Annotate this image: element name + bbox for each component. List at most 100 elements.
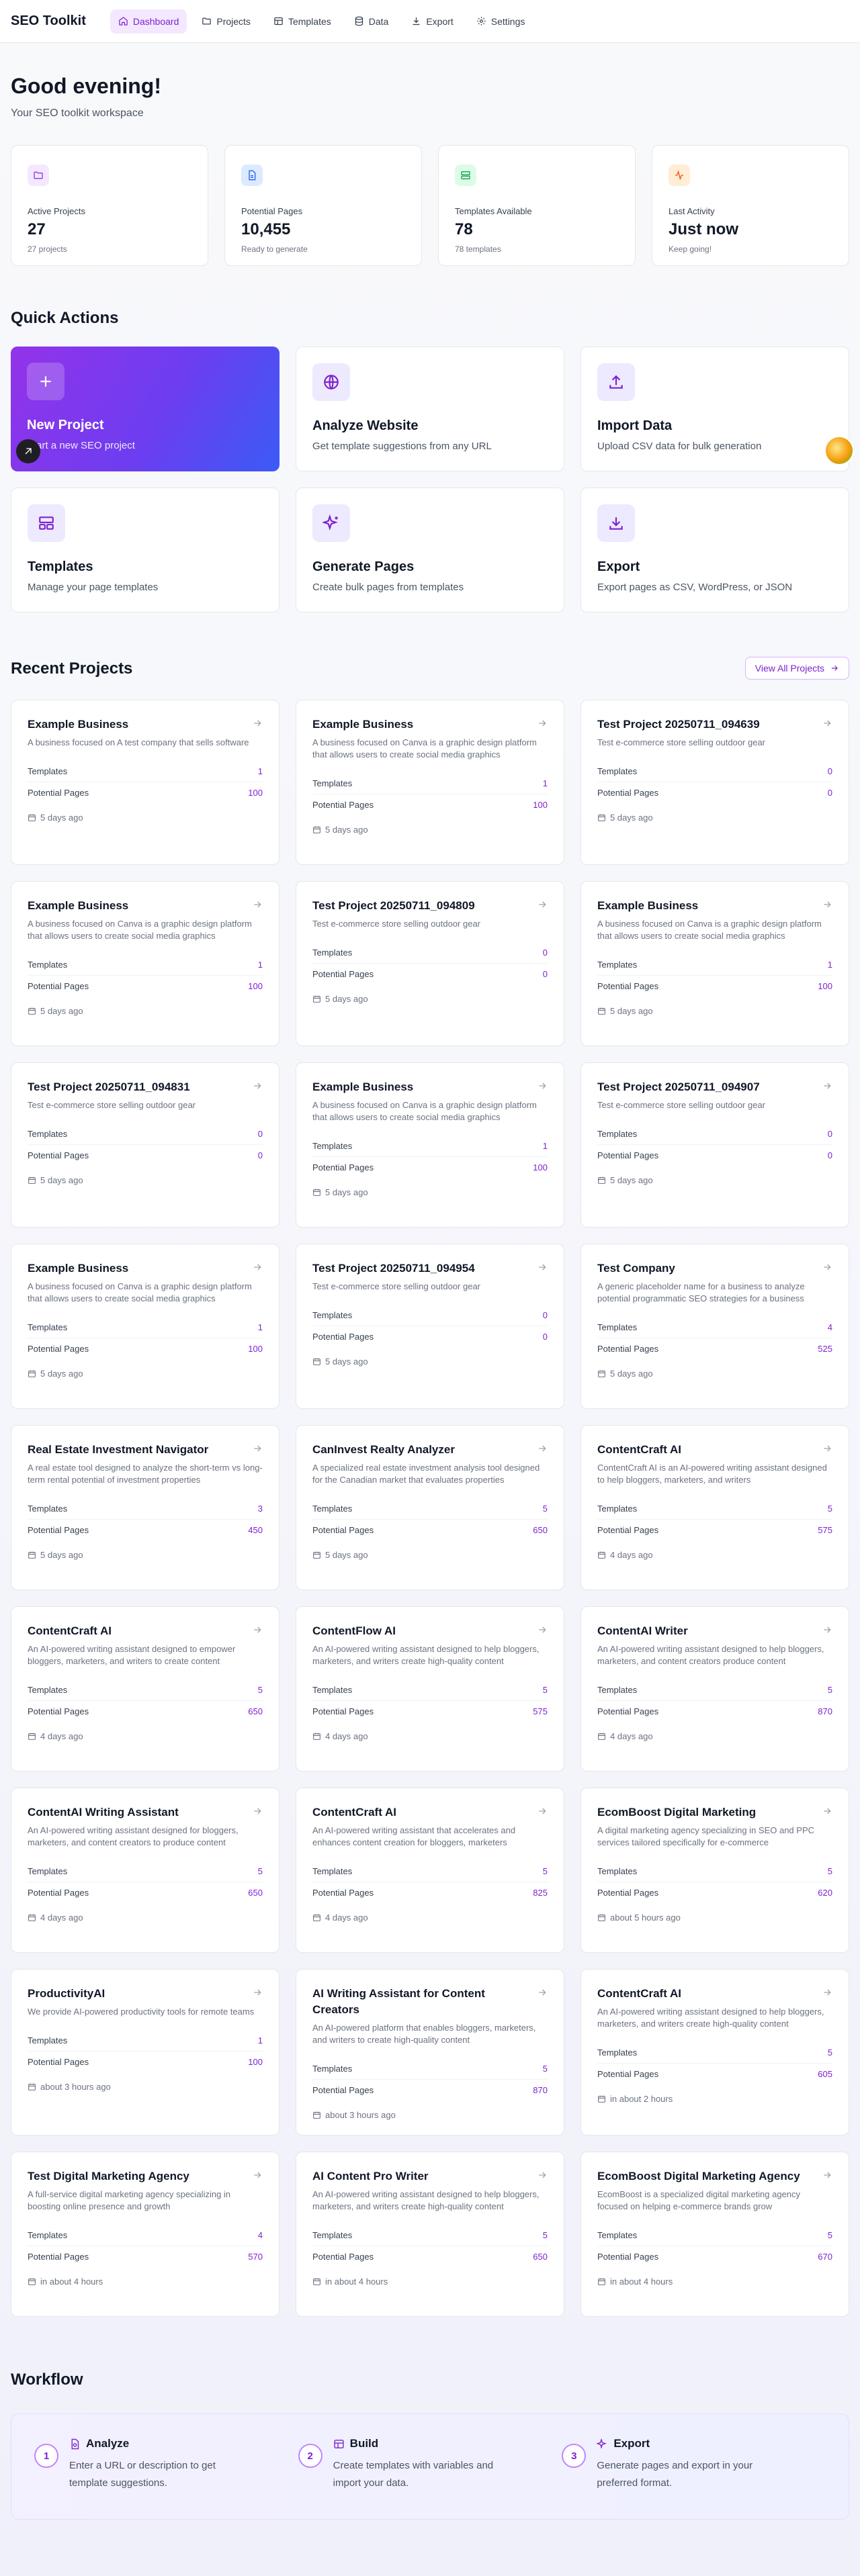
templates-count: 5 — [827, 1504, 832, 1514]
arrow-right-icon[interactable] — [537, 898, 548, 913]
brand-logo[interactable]: SEO Toolkit — [11, 13, 86, 29]
project-description: Test e-commerce store selling outdoor ge… — [597, 737, 766, 747]
project-card[interactable]: ContentCraft AI An AI-powered writing ass… — [580, 1969, 849, 2135]
project-card[interactable]: ContentCraft AI An AI-powered writing ass… — [296, 1788, 564, 1953]
arrow-right-icon[interactable] — [537, 1442, 548, 1457]
nav-templates[interactable]: Templates — [265, 9, 339, 34]
nav-data[interactable]: Data — [346, 9, 397, 34]
project-card-header: ProductivityAI — [28, 1986, 263, 2002]
project-name: EcomBoost Digital Marketing — [597, 1806, 757, 1819]
project-updated: 5 days ago — [28, 1175, 263, 1185]
project-card[interactable]: ContentCraft AI ContentCraft AI is an AI-… — [580, 1425, 849, 1590]
pages-count: 650 — [533, 2252, 548, 2262]
analyze-website-button[interactable]: Analyze Website Get template suggestions… — [296, 347, 564, 471]
pages-count: 620 — [818, 1888, 832, 1898]
project-card[interactable]: Test Project 20250711_094907 Test e-comme… — [580, 1062, 849, 1228]
generate-pages-button[interactable]: Generate Pages Create bulk pages from te… — [296, 488, 564, 612]
calendar-icon — [598, 2278, 605, 2285]
project-card[interactable]: Example Business A business focused on A … — [11, 700, 280, 865]
project-card[interactable]: Test Project 20250711_094831 Test e-comme… — [11, 1062, 280, 1228]
arrow-right-icon[interactable] — [822, 1260, 832, 1276]
nav-settings[interactable]: Settings — [468, 9, 533, 34]
project-card[interactable]: Example Business A business focused on Ca… — [580, 881, 849, 1046]
project-card[interactable]: EcomBoost Digital Marketing Agency EcomBo… — [580, 2152, 849, 2317]
arrow-right-icon[interactable] — [252, 1079, 263, 1095]
arrow-right-icon[interactable] — [537, 1623, 548, 1639]
arrow-right-icon[interactable] — [252, 1804, 263, 1820]
arrow-right-icon[interactable] — [822, 1442, 832, 1457]
calendar-icon — [28, 1007, 36, 1015]
project-card[interactable]: CanInvest Realty Analyzer A specialized r… — [296, 1425, 564, 1590]
workflow-step-export: 3 Export Generate pages and export in yo… — [562, 2437, 826, 2496]
import-data-button[interactable]: Import Data Upload CSV data for bulk gen… — [580, 347, 854, 471]
arrow-right-icon[interactable] — [537, 1260, 548, 1276]
top-navigation-bar: SEO Toolkit Dashboard Projects Templates… — [0, 0, 860, 43]
project-card[interactable]: Example Business A business focused on Ca… — [11, 881, 280, 1046]
arrow-right-icon[interactable] — [537, 717, 548, 732]
project-card[interactable]: Test Project 20250711_094639 Test e-comme… — [580, 700, 849, 865]
pages-count: 650 — [533, 1525, 548, 1535]
project-card[interactable]: AI Content Pro Writer An AI-powered writi… — [296, 2152, 564, 2317]
recent-projects-title: Recent Projects — [11, 659, 133, 678]
step-title: Export — [597, 2437, 765, 2450]
arrow-right-icon[interactable] — [252, 717, 263, 732]
new-project-button[interactable]: New Project Start a new SEO project — [11, 347, 280, 471]
project-card[interactable]: Real Estate Investment Navigator A real e… — [11, 1425, 280, 1590]
project-card[interactable]: ContentFlow AI An AI-powered writing assi… — [296, 1606, 564, 1772]
project-card[interactable]: Example Business A business focused on Ca… — [296, 1062, 564, 1228]
templates-label: Templates — [597, 1504, 638, 1514]
nav-export[interactable]: Export — [403, 9, 461, 34]
export-button[interactable]: Export Export pages as CSV, WordPress, o… — [580, 488, 849, 612]
calendar-icon — [28, 1370, 36, 1377]
arrow-right-icon[interactable] — [822, 1986, 832, 2001]
nav-dashboard[interactable]: Dashboard — [110, 9, 187, 34]
project-card[interactable]: Test Digital Marketing Agency A full-serv… — [11, 2152, 280, 2317]
templates-label: Templates — [312, 1504, 353, 1514]
pages-label: Potential Pages — [28, 1888, 89, 1898]
project-card[interactable]: AI Writing Assistant for Content Creator… — [296, 1969, 564, 2135]
project-card-header: ContentCraft AI — [312, 1804, 548, 1821]
arrow-right-icon[interactable] — [252, 2168, 263, 2184]
project-updated: in about 2 hours — [597, 2094, 832, 2104]
arrow-right-icon[interactable] — [537, 1986, 548, 2001]
user-avatar-bubble[interactable] — [824, 436, 854, 465]
arrow-right-icon[interactable] — [822, 1804, 832, 1820]
project-card[interactable]: ProductivityAI We provide AI-powered prod… — [11, 1969, 280, 2135]
project-card[interactable]: Test Company A generic placeholder name f… — [580, 1244, 849, 1409]
updated-text: about 3 hours ago — [325, 2110, 396, 2120]
arrow-right-icon[interactable] — [822, 898, 832, 913]
arrow-right-icon[interactable] — [252, 898, 263, 913]
project-card[interactable]: Example Business A business focused on Ca… — [11, 1244, 280, 1409]
project-card[interactable]: ContentAI Writer An AI-powered writing as… — [580, 1606, 849, 1772]
updated-text: 5 days ago — [40, 1550, 83, 1560]
templates-button[interactable]: Templates Manage your page templates — [11, 488, 280, 612]
workflow-title: Workflow — [11, 2371, 83, 2389]
project-card[interactable]: ContentCraft AI An AI-powered writing ass… — [11, 1606, 280, 1772]
arrow-right-icon[interactable] — [252, 1623, 263, 1639]
arrow-right-icon[interactable] — [822, 717, 832, 732]
arrow-right-icon[interactable] — [822, 1079, 832, 1095]
project-card[interactable]: Test Project 20250711_094954 Test e-comme… — [296, 1244, 564, 1409]
arrow-right-icon[interactable] — [537, 2168, 548, 2184]
project-card-header: EcomBoost Digital Marketing — [597, 1804, 832, 1821]
arrow-right-icon[interactable] — [252, 1260, 263, 1276]
project-card[interactable]: ContentAI Writing Assistant An AI-powered… — [11, 1788, 280, 1953]
arrow-right-icon[interactable] — [822, 2168, 832, 2184]
project-card-header: Example Business — [312, 1079, 548, 1095]
arrow-right-icon[interactable] — [822, 1623, 832, 1639]
templates-label: Templates — [597, 2048, 638, 2058]
step-title-text: Build — [349, 2437, 379, 2450]
nav-projects[interactable]: Projects — [194, 9, 259, 34]
pages-row: Potential Pages 100 — [28, 976, 263, 997]
project-description: A real estate tool designed to analyze t… — [28, 1463, 263, 1485]
project-card[interactable]: Test Project 20250711_094809 Test e-comme… — [296, 881, 564, 1046]
arrow-right-icon[interactable] — [537, 1079, 548, 1095]
arrow-right-icon[interactable] — [537, 1804, 548, 1820]
view-all-projects-button[interactable]: View All Projects — [744, 657, 849, 680]
arrow-right-icon[interactable] — [252, 1442, 263, 1457]
arrow-right-icon[interactable] — [252, 1986, 263, 2001]
updated-text: 4 days ago — [325, 1913, 368, 1923]
project-card[interactable]: EcomBoost Digital Marketing A digital mar… — [580, 1788, 849, 1953]
assistant-launcher-button[interactable] — [16, 439, 40, 463]
project-card[interactable]: Example Business A business focused on Ca… — [296, 700, 564, 865]
